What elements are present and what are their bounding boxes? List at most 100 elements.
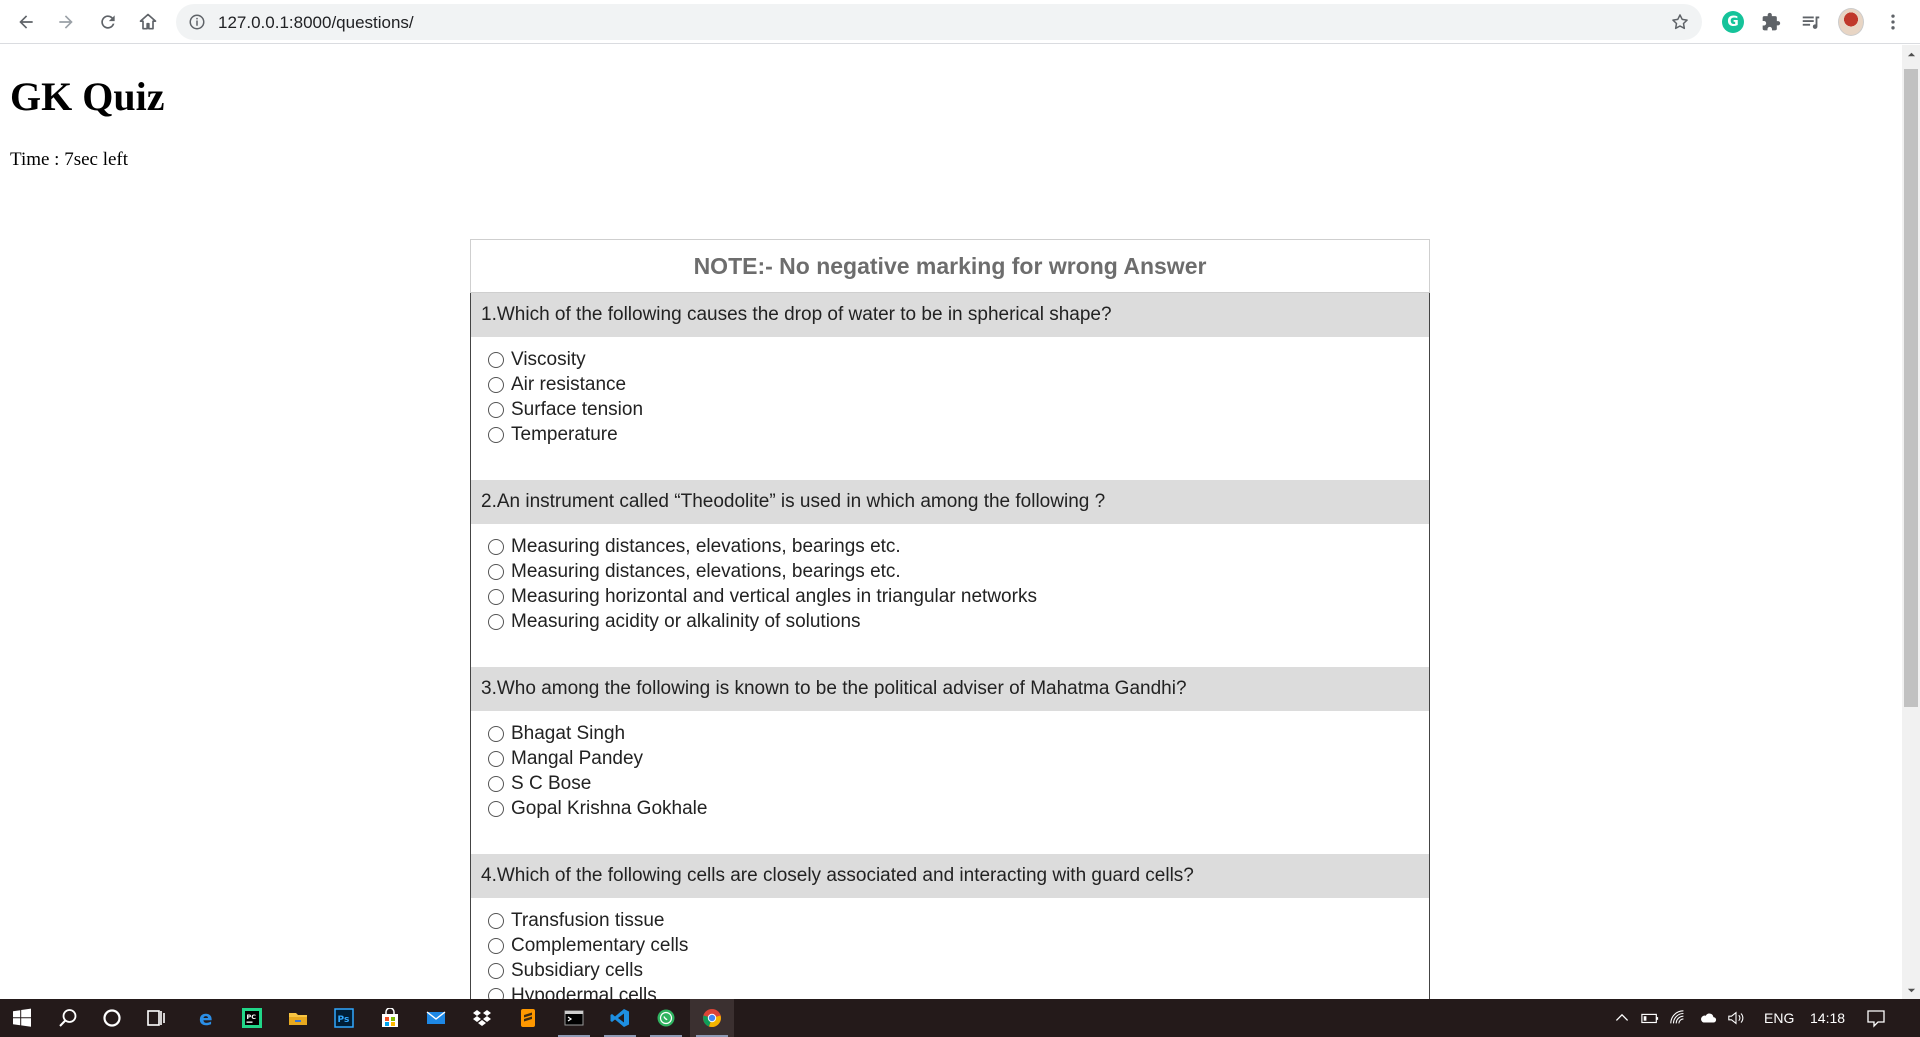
radio-button[interactable] [488,800,504,817]
clock[interactable]: 14:18 [1810,999,1845,1037]
radio-button[interactable] [488,912,504,929]
file-explorer-icon[interactable] [276,999,320,1037]
radio-button[interactable] [488,613,504,630]
media-icon[interactable] [1798,9,1824,35]
answer-option[interactable]: Gopal Krishna Gokhale [488,796,1429,821]
radio-button[interactable] [488,962,504,979]
option-label: Surface tension [511,398,644,420]
windows-start-icon[interactable] [0,999,44,1037]
radio-button[interactable] [488,563,504,580]
answer-option[interactable]: Measuring distances, elevations, bearing… [488,534,1429,559]
volume-icon[interactable] [1726,1008,1746,1028]
radio-button[interactable] [488,725,504,742]
radio-button[interactable] [488,426,504,443]
search-icon[interactable] [46,999,90,1037]
answer-option[interactable]: Transfusion tissue [488,908,1429,933]
question-list: 1.Which of the following causes the drop… [470,293,1430,999]
option-list: Viscosity Air resistance Surface tension Te… [471,337,1429,447]
question-block: 1.Which of the following causes the drop… [471,293,1429,480]
sublime-text-icon[interactable] [506,999,550,1037]
radio-button[interactable] [488,538,504,555]
option-list: Transfusion tissue Complementary cells Sub… [471,898,1429,999]
radio-button[interactable] [488,775,504,792]
radio-button[interactable] [488,351,504,368]
answer-option[interactable]: Hypodermal cells [488,983,1429,999]
answer-option[interactable]: Complementary cells [488,933,1429,958]
option-label: S C Bose [511,772,592,794]
scroll-up-arrow-icon[interactable] [1902,45,1920,63]
info-icon[interactable] [188,13,206,31]
wifi-icon[interactable] [1668,1008,1688,1028]
avatar-image [1838,8,1864,36]
home-icon[interactable] [132,6,164,38]
back-icon[interactable] [10,6,42,38]
language-indicator[interactable]: ENG [1764,999,1794,1037]
option-label: Measuring distances, elevations, bearing… [511,535,901,557]
answer-option[interactable]: Surface tension [488,397,1429,422]
answer-option[interactable]: Air resistance [488,372,1429,397]
radio-button[interactable] [488,750,504,767]
show-hidden-icons-chevron-icon[interactable] [1612,1008,1632,1028]
radio-button[interactable] [488,401,504,418]
scroll-down-arrow-icon[interactable] [1902,981,1920,999]
store-icon[interactable] [368,999,412,1037]
address-bar[interactable]: 127.0.0.1:8000/questions/ [176,4,1702,40]
svg-text:e: e [199,1008,213,1028]
answer-option[interactable]: Measuring horizontal and vertical angles… [488,584,1429,609]
radio-button[interactable] [488,588,504,605]
photoshop-icon[interactable]: Ps [322,999,366,1037]
svg-text:PC: PC [247,1013,257,1021]
scrollbar-thumb[interactable] [1904,69,1918,707]
star-icon[interactable] [1670,12,1690,32]
answer-option[interactable]: Temperature [488,422,1429,447]
profile-avatar[interactable] [1838,8,1864,36]
task-view-icon[interactable] [134,999,178,1037]
notifications-icon[interactable] [1866,1008,1886,1028]
svg-text:Ps: Ps [338,1015,350,1025]
page-scrollbar[interactable] [1902,45,1920,999]
note-banner: NOTE:- No negative marking for wrong Ans… [471,240,1429,293]
option-list: Bhagat Singh Mangal Pandey S C Bose Gopal K… [471,711,1429,821]
terminal-icon[interactable] [552,999,596,1037]
edge-icon[interactable]: e [184,999,228,1037]
question-text: 1.Which of the following causes the drop… [471,293,1429,337]
pycharm-icon[interactable]: PC [230,999,274,1037]
option-label: Measuring distances, elevations, bearing… [511,560,901,582]
answer-option[interactable]: Viscosity [488,347,1429,372]
radio-button[interactable] [488,987,504,999]
question-text: 4.Which of the following cells are close… [471,854,1429,898]
whatsapp-icon[interactable] [644,999,688,1037]
answer-option[interactable]: Measuring distances, elevations, bearing… [488,559,1429,584]
dropbox-icon[interactable] [460,999,504,1037]
mail-icon[interactable] [414,999,458,1037]
radio-button[interactable] [488,376,504,393]
vs-code-icon[interactable] [598,999,642,1037]
menu-icon[interactable] [1880,9,1906,35]
question-text: 2.An instrument called “Theodolite” is u… [471,480,1429,524]
answer-option[interactable]: Mangal Pandey [488,746,1429,771]
forward-icon[interactable] [50,6,82,38]
reload-icon[interactable] [92,6,124,38]
radio-button[interactable] [488,937,504,954]
chrome-icon[interactable] [690,999,734,1037]
answer-option[interactable]: Measuring acidity or alkalinity of solut… [488,609,1429,634]
answer-option[interactable]: S C Bose [488,771,1429,796]
option-label: Viscosity [511,348,586,370]
url-text[interactable]: 127.0.0.1:8000/questions/ [218,13,414,33]
page-title: GK Quiz [10,74,165,119]
answer-option[interactable]: Subsidiary cells [488,958,1429,983]
onedrive-icon[interactable] [1698,1008,1718,1028]
battery-icon[interactable] [1640,1008,1660,1028]
option-list: Measuring distances, elevations, bearing… [471,524,1429,634]
cortana-icon[interactable] [90,999,134,1037]
option-label: Subsidiary cells [511,959,643,981]
grammarly-icon[interactable]: G [1720,9,1746,35]
option-label: Mangal Pandey [511,747,644,769]
answer-option[interactable]: Bhagat Singh [488,721,1429,746]
page-content: GK Quiz Time : 7sec left NOTE:- No negat… [0,45,1902,999]
option-label: Air resistance [511,373,627,395]
extensions-icon[interactable] [1758,9,1784,35]
option-label: Measuring acidity or alkalinity of solut… [511,610,861,632]
quiz-form: NOTE:- No negative marking for wrong Ans… [470,239,1430,999]
browser-toolbar: 127.0.0.1:8000/questions/ G [0,0,1920,44]
